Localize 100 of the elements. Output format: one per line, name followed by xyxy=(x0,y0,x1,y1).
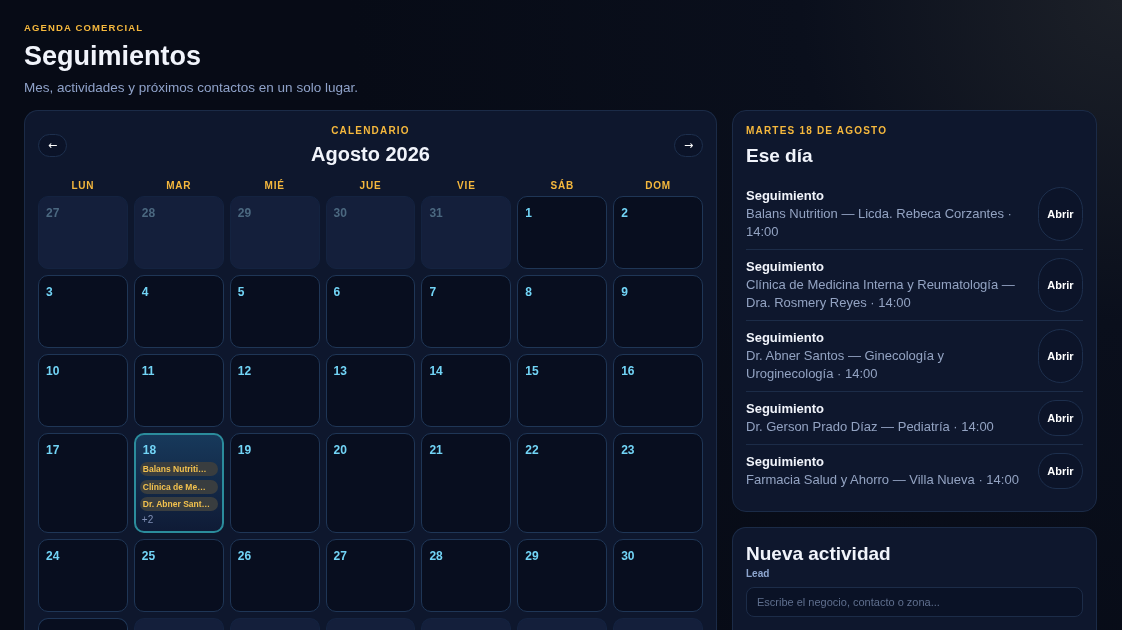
day-number: 21 xyxy=(429,442,443,458)
day-number: 4 xyxy=(141,284,149,300)
weekday-label: LUN xyxy=(71,179,95,193)
activity-title: Seguimiento xyxy=(746,400,824,418)
weekday-label: MAR xyxy=(166,179,192,193)
panel-title: Nueva actividad xyxy=(746,542,891,566)
day-cell[interactable]: 2 xyxy=(613,196,703,269)
day-number: 24 xyxy=(46,548,60,564)
day-cell[interactable]: 24 xyxy=(38,539,128,612)
activity-title: Seguimiento xyxy=(746,258,824,276)
day-cell[interactable]: 10 xyxy=(38,354,128,427)
day-number: 14 xyxy=(429,363,443,379)
section-label: AGENDA COMERCIAL xyxy=(24,21,144,35)
panel-title: Ese día xyxy=(746,144,813,168)
day-number: 3 xyxy=(46,284,53,300)
day-number: 12 xyxy=(237,363,252,379)
day-number: 22 xyxy=(525,442,539,458)
weekday-label: MIÉ xyxy=(264,179,285,193)
day-number: 27 xyxy=(46,205,60,221)
next-month-button[interactable]: → xyxy=(674,134,703,157)
day-number: 30 xyxy=(621,548,635,564)
event-chip[interactable]: Balans Nutriti… xyxy=(139,462,218,476)
day-cell[interactable]: 23 xyxy=(613,433,703,533)
day-cell[interactable]: 30 xyxy=(613,539,703,612)
activity-detail: Dr. Abner Santos — Ginecología y Uroginecología · 14:00 xyxy=(746,347,945,383)
day-number: 9 xyxy=(621,284,628,300)
day-cell[interactable]: 21 xyxy=(421,433,512,533)
day-cell[interactable]: 11 xyxy=(133,354,224,427)
day-number: 15 xyxy=(525,363,539,379)
day-cell[interactable]: 26 xyxy=(229,539,320,612)
day-cell[interactable]: 1 xyxy=(517,196,608,269)
day-number: 28 xyxy=(429,548,443,564)
weekday-label: SÁB xyxy=(550,179,574,193)
day-number: 29 xyxy=(237,205,252,221)
day-cell[interactable]: 7 xyxy=(421,275,512,348)
day-cell[interactable]: 29 xyxy=(517,539,608,612)
day-cell[interactable]: 4 xyxy=(133,275,224,348)
day-number: 30 xyxy=(333,205,347,221)
day-number: 26 xyxy=(237,548,252,564)
day-cell[interactable]: 27 xyxy=(325,539,416,612)
calendar-label: CALENDARIO xyxy=(331,124,410,138)
day-cell[interactable]: 16 xyxy=(613,354,703,427)
day-cell[interactable]: 13 xyxy=(325,354,416,427)
open-button[interactable]: Abrir xyxy=(1038,187,1083,241)
day-cell[interactable]: 6 xyxy=(325,275,416,348)
day-number: 23 xyxy=(621,442,635,458)
weekday-label: DOM xyxy=(645,179,671,193)
day-number: 19 xyxy=(237,442,252,458)
day-cell[interactable] xyxy=(38,618,128,630)
day-number: 25 xyxy=(141,548,156,564)
day-number: 16 xyxy=(621,363,635,379)
day-cell[interactable]: 15 xyxy=(517,354,608,427)
day-number: 2 xyxy=(621,205,628,221)
day-number: 11 xyxy=(141,363,155,379)
day-cell[interactable]: 9 xyxy=(613,275,703,348)
day-number: 8 xyxy=(525,284,532,300)
day-number: 6 xyxy=(333,284,341,300)
day-number: 31 xyxy=(429,205,443,221)
day-cell[interactable]: 17 xyxy=(38,433,128,533)
open-button[interactable]: Abrir xyxy=(1038,453,1083,489)
day-cell[interactable]: 8 xyxy=(517,275,608,348)
day-cell[interactable]: 14 xyxy=(421,354,512,427)
day-cell[interactable]: 5 xyxy=(229,275,320,348)
previous-month-button[interactable]: ← xyxy=(38,134,67,157)
weekday-label: VIE xyxy=(457,179,476,193)
day-number: 5 xyxy=(237,284,245,300)
day-number: 7 xyxy=(429,284,437,300)
lead-input[interactable]: Escribe el negocio, contacto o zona... xyxy=(746,587,1083,617)
day-cell[interactable]: 18 Balans Nutriti… Clínica de Me… Dr. Abner Sant… +2 xyxy=(133,433,224,533)
day-cell[interactable]: 25 xyxy=(133,539,224,612)
more-events-label[interactable]: +2 xyxy=(141,513,154,527)
open-button[interactable]: Abrir xyxy=(1038,258,1083,312)
day-number: 29 xyxy=(525,548,539,564)
day-cell[interactable]: 3 xyxy=(38,275,128,348)
activity-detail: Farmacia Salud y Ahorro — Villa Nueva · 14:00 xyxy=(746,471,1020,489)
activity-title: Seguimiento xyxy=(746,187,824,205)
activity-detail: Dr. Gerson Prado Díaz — Pediatría · 14:00 xyxy=(746,418,995,436)
event-chip[interactable]: Clínica de Me… xyxy=(139,479,218,494)
activity-detail: Balans Nutrition — Licda. Rebeca Corzantes · 14:00 xyxy=(746,205,1013,241)
day-cell[interactable]: 12 xyxy=(229,354,320,427)
activity-title: Seguimiento xyxy=(746,329,824,347)
day-number: 17 xyxy=(46,442,60,458)
day-cell[interactable]: 28 xyxy=(421,539,512,612)
activity-detail: Clínica de Medicina Interna y Reumatología — Dra. Rosmery Reyes · 14:00 xyxy=(746,276,1016,312)
day-cell[interactable]: 22 xyxy=(517,433,608,533)
day-cell[interactable]: 20 xyxy=(325,433,416,533)
page-subtitle: Mes, actividades y próximos contactos en un solo lugar. xyxy=(24,79,358,97)
date-label: MARTES 18 DE AGOSTO xyxy=(746,124,888,138)
open-button[interactable]: Abrir xyxy=(1038,329,1083,383)
open-button[interactable]: Abrir xyxy=(1038,400,1083,436)
month-title: Agosto 2026 xyxy=(311,142,430,167)
day-number: 1 xyxy=(525,205,532,221)
day-number: 28 xyxy=(141,205,156,221)
day-cell[interactable]: 19 xyxy=(229,433,320,533)
day-number: 27 xyxy=(333,548,347,564)
day-number: 13 xyxy=(333,363,347,379)
event-chip[interactable]: Dr. Abner Sant… xyxy=(139,497,218,511)
weekday-label: JUE xyxy=(359,179,382,193)
field-label: Lead xyxy=(746,567,770,581)
day-number: 18 xyxy=(142,442,157,458)
